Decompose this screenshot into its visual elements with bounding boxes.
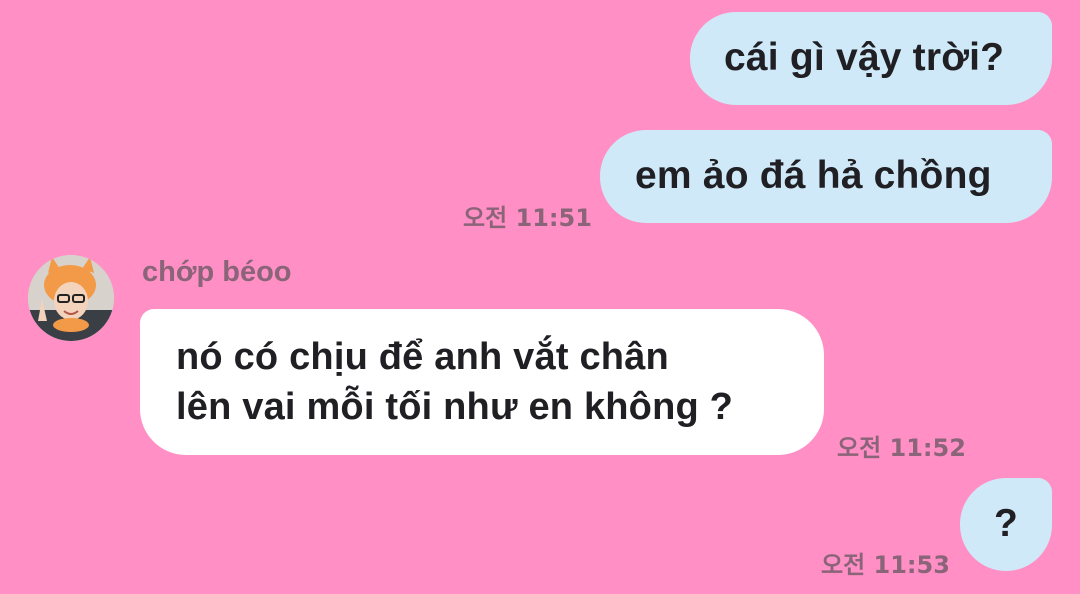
message-text-line: nó có chịu để anh vắt chân — [176, 336, 669, 378]
outgoing-message-bubble[interactable]: ? — [960, 478, 1052, 571]
outgoing-message-bubble[interactable]: cái gì vậy trời? — [690, 12, 1052, 105]
avatar-photo-icon — [28, 255, 114, 341]
message-text: cái gì vậy trời? — [724, 36, 1005, 79]
contact-avatar[interactable] — [28, 255, 114, 341]
message-timestamp: 오전 11:52 — [837, 434, 966, 462]
message-timestamp: 오전 11:53 — [821, 551, 950, 579]
incoming-message-bubble[interactable]: nó có chịu để anh vắt chân lên vai mỗi t… — [140, 309, 824, 455]
outgoing-message-bubble[interactable]: em ảo đá hả chồng — [600, 130, 1052, 223]
chat-conversation: cái gì vậy trời? em ảo đá hả chồng 오전 11… — [0, 0, 1080, 594]
message-text-line: lên vai mỗi tối như en không ? — [176, 386, 734, 428]
sender-name: chớp béoo — [142, 256, 292, 288]
message-text: ? — [993, 502, 1019, 545]
message-text: em ảo đá hả chồng — [635, 154, 992, 197]
message-timestamp: 오전 11:51 — [463, 204, 592, 232]
